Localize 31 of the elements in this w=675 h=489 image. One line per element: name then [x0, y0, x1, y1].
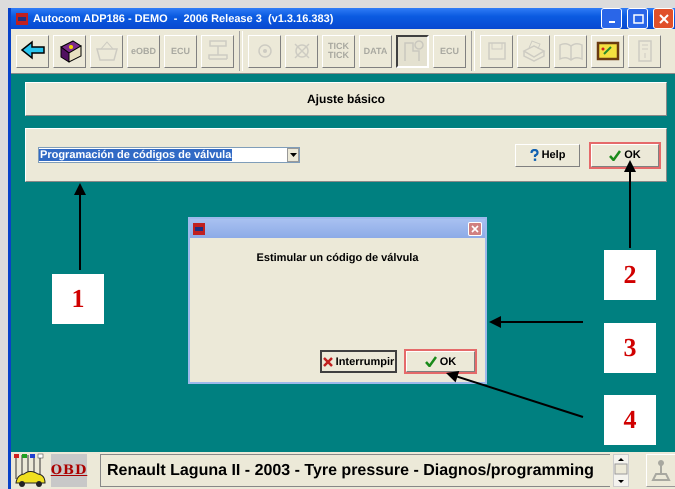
scrollbar[interactable]	[613, 454, 629, 487]
car-icon[interactable]	[13, 453, 48, 488]
check-icon	[609, 150, 622, 160]
dialog-message: Estimular un código de válvula	[256, 252, 420, 266]
close-icon	[658, 12, 670, 24]
window-title: Autocom ADP186 - DEMO - 2006 Release 3 (v1.3.16.383)	[33, 12, 334, 24]
app-icon	[15, 12, 29, 26]
vehicle-info: Renault Laguna II - 2003 - Tyre pressure - Diagnos/programming	[100, 454, 610, 487]
callout-number: 1	[52, 274, 104, 324]
minimize-icon	[608, 21, 614, 23]
ok-button[interactable]: OK	[405, 350, 476, 373]
obd-logo[interactable]: OBD	[51, 454, 87, 487]
maximize-icon	[632, 12, 644, 24]
panel-title: Ajuste básico	[306, 92, 386, 106]
minimize-button[interactable]	[601, 8, 622, 29]
close-button[interactable]	[653, 8, 674, 29]
help-icon	[530, 149, 539, 161]
close-button[interactable]	[468, 222, 482, 236]
check-icon	[424, 356, 437, 367]
cancel-button[interactable]: Interrumpir	[320, 350, 397, 373]
callout-number: 2	[604, 250, 656, 300]
maximize-button[interactable]	[627, 8, 648, 29]
callout-number: 3	[604, 323, 656, 373]
cross-icon	[322, 356, 333, 366]
close-icon	[471, 224, 479, 232]
app-icon	[193, 222, 205, 234]
caret-icon	[290, 153, 296, 157]
ok-button[interactable]: OK	[590, 142, 660, 168]
callout-number: 4	[604, 395, 656, 445]
function-dropdown[interactable]: Programación de códigos de válvula	[38, 147, 300, 163]
help-button[interactable]: Help	[515, 144, 580, 166]
